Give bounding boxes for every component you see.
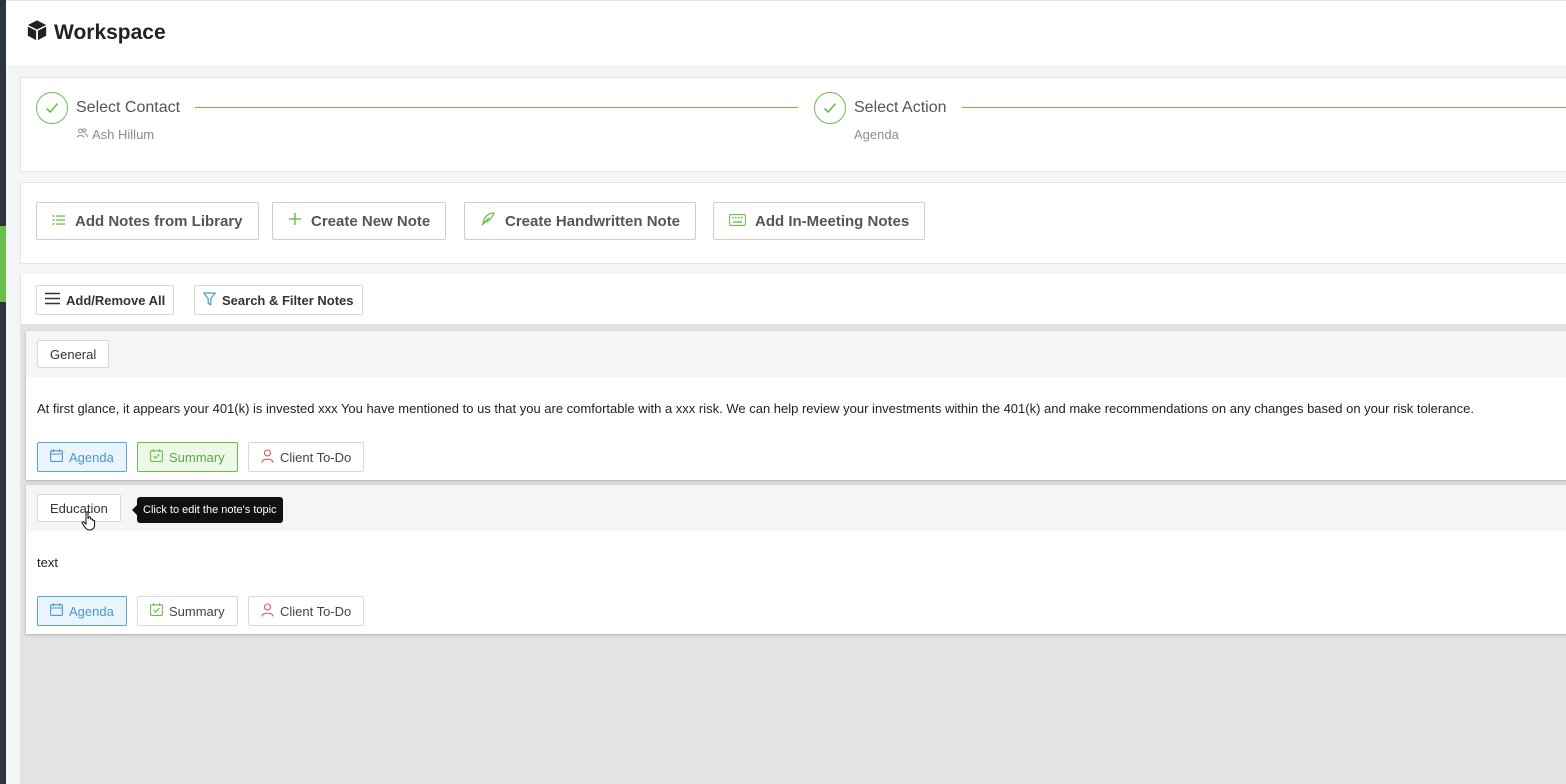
stepper: Select Contact Ash Hillum Select Action …	[20, 77, 1566, 172]
add-in-meeting-notes-button[interactable]: Add In-Meeting Notes	[713, 202, 926, 240]
agenda-tag-label: Agenda	[69, 449, 114, 465]
search-filter-notes-button[interactable]: Search & Filter Notes	[194, 285, 363, 315]
notes-toolbar: Add/Remove All Search & Filter Notes	[21, 274, 1566, 325]
client-todo-tag[interactable]: Client To-Do	[248, 442, 365, 472]
keyboard-icon	[729, 213, 746, 230]
person-icon	[261, 602, 274, 620]
search-filter-notes-label: Search & Filter Notes	[222, 292, 354, 308]
person-icon	[261, 448, 274, 466]
people-icon	[76, 127, 88, 142]
agenda-tag[interactable]: Agenda	[37, 596, 127, 626]
step-connector	[195, 107, 798, 108]
feather-icon	[480, 211, 496, 231]
client-todo-tag-label: Client To-Do	[280, 603, 352, 619]
filter-icon	[203, 291, 216, 309]
add-remove-all-label: Add/Remove All	[66, 292, 166, 308]
summary-tag-label: Summary	[169, 449, 225, 465]
add-remove-all-button[interactable]: Add/Remove All	[36, 285, 175, 315]
create-new-note-label: Create New Note	[311, 212, 431, 230]
main-content: Select Contact Ash Hillum Select Action …	[6, 65, 1566, 784]
create-new-note-button[interactable]: Create New Note	[272, 202, 447, 240]
hand-cursor-icon	[81, 511, 97, 536]
note-text[interactable]: At first glance, it appears your 401(k) …	[37, 401, 1474, 416]
summary-tag[interactable]: Summary	[137, 596, 238, 626]
calendar-icon	[50, 603, 63, 619]
client-todo-tag-label: Client To-Do	[280, 449, 352, 465]
create-handwritten-note-label: Create Handwritten Note	[505, 212, 681, 230]
checkbox-calendar-icon	[150, 449, 163, 465]
step-1-title[interactable]: Select Contact	[76, 99, 180, 117]
note-topic-button[interactable]: General	[37, 340, 110, 368]
note-text[interactable]: text	[37, 555, 58, 570]
summary-tag[interactable]: Summary	[137, 442, 238, 472]
checkbox-calendar-icon	[150, 603, 163, 619]
hamburger-icon	[45, 292, 60, 308]
agenda-tag-label: Agenda	[69, 603, 114, 619]
step-1-subtitle: Ash Hillum	[76, 127, 154, 142]
brand[interactable]: Workspace	[26, 19, 166, 46]
summary-tag-label: Summary	[169, 603, 225, 619]
list-icon	[52, 213, 66, 230]
plus-icon	[288, 212, 302, 230]
add-in-meeting-notes-label: Add In-Meeting Notes	[755, 212, 910, 230]
create-handwritten-note-button[interactable]: Create Handwritten Note	[464, 202, 697, 240]
step-2-title[interactable]: Select Action	[854, 99, 947, 117]
add-notes-from-library-button[interactable]: Add Notes from Library	[36, 202, 259, 240]
note-topic-button[interactable]: Education	[37, 494, 121, 522]
step-2-subtitle: Agenda	[854, 127, 899, 142]
step-2-check-icon	[814, 92, 846, 124]
selected-contact-name: Ash Hillum	[92, 127, 155, 142]
calendar-icon	[50, 449, 63, 465]
client-todo-tag[interactable]: Client To-Do	[248, 596, 365, 626]
app-header: Workspace	[6, 0, 1566, 66]
step-1-check-icon	[36, 92, 68, 124]
note-header: General	[26, 331, 1566, 377]
add-notes-from-library-label: Add Notes from Library	[75, 212, 243, 230]
note-card: General At first glance, it appears your…	[26, 331, 1566, 480]
step-connector	[962, 107, 1566, 108]
cube-icon	[26, 19, 48, 46]
topic-tooltip: Click to edit the note's topic	[132, 497, 283, 523]
note-actions-bar: Add Notes from Library Create New Note C…	[20, 182, 1566, 264]
notes-panel: Add/Remove All Search & Filter Notes Gen…	[20, 274, 1566, 784]
app-title: Workspace	[54, 20, 166, 44]
agenda-tag[interactable]: Agenda	[37, 442, 127, 472]
